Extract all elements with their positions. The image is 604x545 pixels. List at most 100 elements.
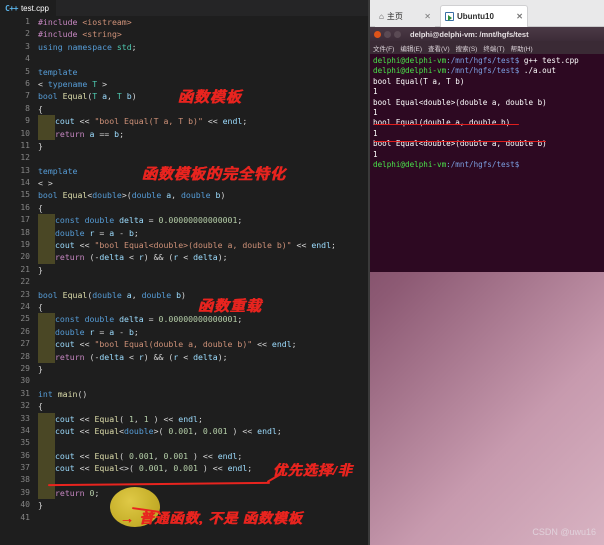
terminal-line: bool Equal<double>(double a, double b) <box>373 139 601 149</box>
code-line[interactable]: 22 <box>0 276 370 288</box>
editor-tab-test-cpp[interactable]: C++ test.cpp <box>0 0 56 16</box>
code-line[interactable]: 17 const double delta = 0.00000000000001; <box>0 214 370 227</box>
screenshot-root: C++ test.cpp 1 #include <iostream> 2 #inclu… <box>0 0 604 545</box>
terminal-text: 1 <box>373 87 378 97</box>
line-number: 1 <box>25 17 30 26</box>
code-line[interactable]: 5 template <box>0 66 370 78</box>
code-line[interactable]: 28 return (-delta < r) && (r < delta); <box>0 350 370 363</box>
indent-guide <box>38 214 55 227</box>
line-number: 3 <box>25 41 30 51</box>
terminal-menu-4[interactable]: 终端(T) <box>483 43 504 53</box>
code-line[interactable]: 30 <box>0 375 370 387</box>
line-number: 22 <box>20 277 30 287</box>
code-line[interactable]: 35 <box>0 437 370 450</box>
close-icon[interactable]: ✕ <box>424 12 431 21</box>
indent-guide <box>38 437 55 450</box>
code-text: cout << Equal( 0.001, 0.001 ) << endl; <box>55 450 243 461</box>
terminal-line: bool Equal<double>(double a, double b) <box>373 98 601 108</box>
terminal-menu-1[interactable]: 编辑(E) <box>400 43 422 53</box>
editor-tab-bar: C++ test.cpp <box>0 0 370 16</box>
code-line[interactable]: 24 { <box>0 301 370 313</box>
terminal-text: 1 <box>373 149 378 159</box>
code-text: return (-delta < r) && (r < delta); <box>55 351 228 362</box>
code-text: #include <iostream> <box>38 17 132 27</box>
code-text: bool Equal(double a, double b) <box>38 289 186 300</box>
code-line[interactable]: 29} <box>0 363 370 375</box>
line-number: 23 <box>20 289 30 299</box>
code-text: } <box>38 140 43 151</box>
code-line[interactable]: 11} <box>0 140 370 152</box>
line-number: 15 <box>20 190 30 200</box>
code-line[interactable]: 34 cout << Equal<double>( 0.001, 0.001 ) … <box>0 424 370 438</box>
terminal-text: bool Equal<double>(double a, double b) <box>373 97 547 107</box>
code-text: cout << "bool Equal(T a, T b)" << endl; <box>55 116 248 127</box>
terminal-menu-2[interactable]: 查看(V) <box>428 43 450 53</box>
code-line[interactable]: 39 return 0; <box>0 486 370 500</box>
browser-tab-ubuntu10[interactable]: Ubuntu10 ✕ <box>440 5 528 27</box>
code-line[interactable]: 13 template <box>0 165 370 177</box>
code-line[interactable]: 21} <box>0 264 370 276</box>
code-line[interactable]: 41 <box>0 512 370 524</box>
line-number: 34 <box>20 425 30 435</box>
terminal-output[interactable]: delphi@delphi-vm:/mnt/hgfs/test$ g++ tes… <box>370 54 604 272</box>
line-number: 21 <box>20 264 30 274</box>
code-line[interactable]: 8{ <box>0 103 370 115</box>
code-line[interactable]: 2 #include <string> <box>0 28 370 40</box>
line-number: 12 <box>20 153 30 163</box>
code-line[interactable]: 38 <box>0 474 370 487</box>
window-close-button[interactable] <box>374 30 381 38</box>
browser-tab-strip: ⌂ 主页 ✕ Ubuntu10 ✕ <box>370 0 604 27</box>
code-text: int main() <box>38 388 88 399</box>
code-line[interactable]: 7 bool Equal(T a, T b) <box>0 90 370 102</box>
terminal-menu-3[interactable]: 搜索(S) <box>456 43 478 53</box>
terminal-text: bool Equal(double a, double b) <box>373 118 511 128</box>
code-line[interactable]: 18 double r = a - b; <box>0 226 370 240</box>
line-number: 8 <box>25 103 30 113</box>
indent-guide <box>38 412 55 425</box>
code-line[interactable]: 27 cout << "bool Equal(double a, double b… <box>0 338 370 351</box>
code-line[interactable]: 14 < > <box>0 177 370 189</box>
code-text: } <box>38 363 43 374</box>
code-line[interactable]: 32 { <box>0 400 370 412</box>
close-icon[interactable]: ✕ <box>516 12 523 21</box>
code-text: cout << Equal( 1, 1 ) << endl; <box>55 413 203 424</box>
code-line[interactable]: 25 const double delta = 0.00000000000001; <box>0 313 370 326</box>
code-line[interactable]: 16 { <box>0 202 370 214</box>
terminal-menu-0[interactable]: 文件(F) <box>373 43 394 53</box>
code-line[interactable]: 9 cout << "bool Equal(T a, T b)" << endl; <box>0 115 370 128</box>
code-line[interactable]: 4 <box>0 53 370 65</box>
code-line[interactable]: 1 #include <iostream> <box>0 16 370 28</box>
code-line[interactable]: 33 cout << Equal( 1, 1 ) << endl; <box>0 412 370 425</box>
code-line[interactable]: 12 <box>0 152 370 164</box>
line-number: 32 <box>20 401 30 411</box>
code-text: return (-delta < r) && (r < delta); <box>55 252 228 263</box>
window-minimize-button[interactable] <box>384 30 391 38</box>
code-line[interactable]: 20 return (-delta < r) && (r < delta); <box>0 251 370 264</box>
terminal-titlebar[interactable]: delphi@delphi-vm: /mnt/hgfs/test <box>370 27 604 41</box>
code-line[interactable]: 37 cout << Equal<>( 0.001, 0.001 ) << end… <box>0 462 370 475</box>
line-number: 19 <box>20 240 30 250</box>
code-line[interactable]: 3 using namespace std; <box>0 41 370 53</box>
terminal-menu-5[interactable]: 帮助(H) <box>511 43 533 53</box>
code-text: bool Equal(T a, T b) <box>38 91 137 102</box>
code-lines-container[interactable]: 1 #include <iostream> 2 #include <string> 3 u… <box>0 16 370 545</box>
code-line[interactable]: 19 cout << "bool Equal<double>(double a, … <box>0 239 370 252</box>
line-number: 9 <box>25 116 30 126</box>
code-line[interactable]: 31 int main() <box>0 388 370 400</box>
code-line[interactable]: 10 return a == b; <box>0 127 370 140</box>
code-line[interactable]: 36 cout << Equal( 0.001, 0.001 ) << endl; <box>0 449 370 463</box>
indent-guide <box>38 115 55 128</box>
terminal-line: delphi@delphi-vm:/mnt/hgfs/test$ ./a.out <box>373 66 601 76</box>
line-number: 26 <box>20 326 30 336</box>
browser-tab-home[interactable]: ⌂ 主页 ✕ <box>375 5 435 27</box>
code-line[interactable]: 6 < typename T > <box>0 78 370 90</box>
line-number: 5 <box>25 66 30 76</box>
code-line[interactable]: 40} <box>0 499 370 511</box>
code-line[interactable]: 23 bool Equal(double a, double b) <box>0 289 370 301</box>
line-number: 4 <box>25 54 30 64</box>
code-line[interactable]: 26 double r = a - b; <box>0 325 370 339</box>
code-text: < typename T > <box>38 78 108 89</box>
code-line[interactable]: 15 bool Equal<double>(double a, double b) <box>0 189 370 201</box>
terminal-text: 1 <box>373 107 378 117</box>
window-maximize-button[interactable] <box>394 30 401 38</box>
